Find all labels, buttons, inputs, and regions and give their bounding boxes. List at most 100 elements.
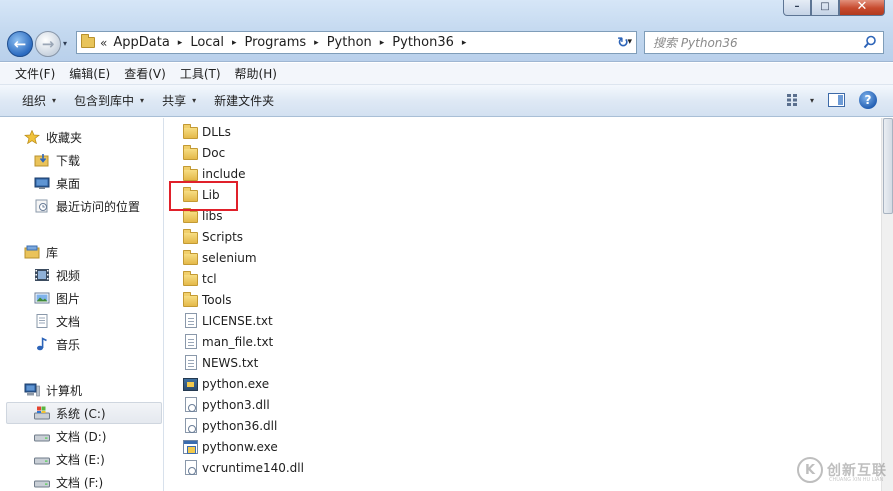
recent-pages-dropdown-icon[interactable]: ▾ <box>63 39 67 48</box>
close-button[interactable]: ✕ <box>839 0 885 16</box>
folder-icon-glyph <box>183 207 198 223</box>
new-folder-button[interactable]: 新建文件夹 <box>206 92 284 109</box>
file-name: DLLs <box>202 124 231 139</box>
refresh-icon: ↻ <box>617 34 629 51</box>
file-item-python3-dll[interactable]: python3.dll <box>183 394 270 415</box>
folder-icon-glyph <box>183 165 198 181</box>
change-view-button[interactable]: ▾ <box>786 93 814 107</box>
menu-file[interactable]: 文件(F) <box>8 65 62 82</box>
chevron-down-icon: ▾ <box>809 95 814 105</box>
file-item-doc[interactable]: Doc <box>183 142 225 163</box>
address-bar[interactable]: « AppData ▸ Local ▸ Programs ▸ Python ▸ … <box>76 31 637 54</box>
watermark-logo: K <box>797 457 823 483</box>
window-controls: – □ ✕ <box>783 0 885 16</box>
text-file-icon-glyph <box>185 354 197 370</box>
include-in-library-button[interactable]: 包含到库中 ▾ <box>66 92 154 109</box>
file-item-dlls[interactable]: DLLs <box>183 121 231 142</box>
file-item-license-txt[interactable]: LICENSE.txt <box>183 310 273 331</box>
file-name: vcruntime140.dll <box>202 460 304 475</box>
minimize-button[interactable]: – <box>783 0 811 16</box>
folder-icon <box>81 34 95 48</box>
command-bar: 组织 ▾ 包含到库中 ▾ 共享 ▾ 新建文件夹 ▾ ? <box>0 85 893 117</box>
breadcrumb-programs[interactable]: Programs <box>243 35 309 50</box>
sidebar-item-drive-c[interactable]: 系统 (C:) <box>6 402 162 424</box>
breadcrumb-separator-icon[interactable]: ▸ <box>456 38 473 48</box>
menu-help[interactable]: 帮助(H) <box>228 65 284 82</box>
refresh-button[interactable]: ↻ <box>612 33 634 52</box>
drive-icon <box>34 434 50 442</box>
file-item-man-file-txt[interactable]: man_file.txt <box>183 331 273 352</box>
breadcrumb-separator-icon[interactable]: ▸ <box>172 38 189 48</box>
downloads-folder-icon <box>34 154 49 167</box>
sidebar-item-videos[interactable]: 视频 <box>0 264 80 286</box>
search-box[interactable] <box>644 31 884 54</box>
maximize-icon: □ <box>820 1 830 12</box>
sidebar-item-label: 系统 (C:) <box>56 406 106 421</box>
drive-icon <box>34 457 50 465</box>
file-item-tcl[interactable]: tcl <box>183 268 217 289</box>
menu-tools[interactable]: 工具(T) <box>173 65 228 82</box>
dll-file-icon-glyph <box>185 417 197 433</box>
sidebar-item-drive-f[interactable]: 文档 (F:) <box>0 471 103 491</box>
search-input[interactable] <box>653 35 853 50</box>
preview-pane-icon[interactable] <box>828 93 845 107</box>
sidebar-item-desktop[interactable]: 桌面 <box>0 172 80 194</box>
sidebar-item-recent-places[interactable]: 最近访问的位置 <box>0 195 140 217</box>
menu-bar: 文件(F) 编辑(E) 查看(V) 工具(T) 帮助(H) <box>0 63 893 85</box>
sidebar-item-label: 文档 (F:) <box>56 475 104 490</box>
file-item-vcruntime140-dll[interactable]: vcruntime140.dll <box>183 457 304 478</box>
help-icon[interactable]: ? <box>859 91 877 109</box>
star-icon <box>24 130 40 144</box>
sidebar-item-drive-e[interactable]: 文档 (E:) <box>0 448 105 470</box>
vertical-scrollbar[interactable] <box>881 118 893 491</box>
breadcrumb-overflow[interactable]: « <box>99 36 111 50</box>
folder-icon <box>183 228 199 245</box>
breadcrumb-python36[interactable]: Python36 <box>390 35 456 50</box>
back-arrow-icon: ← <box>13 35 27 53</box>
file-name: NEWS.txt <box>202 355 259 370</box>
file-item-scripts[interactable]: Scripts <box>183 226 243 247</box>
share-label: 共享 <box>162 94 187 108</box>
folder-icon <box>183 270 199 287</box>
search-icon[interactable] <box>863 35 877 49</box>
file-item-python-exe[interactable]: python.exe <box>183 373 269 394</box>
back-button[interactable]: ← <box>7 31 33 57</box>
organize-button[interactable]: 组织 ▾ <box>14 92 66 109</box>
breadcrumb-separator-icon[interactable]: ▸ <box>226 38 243 48</box>
folder-icon <box>183 249 199 266</box>
sidebar-item-music[interactable]: 音乐 <box>0 333 80 355</box>
file-item-python36-dll[interactable]: python36.dll <box>183 415 277 436</box>
scrollbar-thumb[interactable] <box>883 118 893 214</box>
chevron-down-icon: ▾ <box>52 96 57 105</box>
file-item-tools[interactable]: Tools <box>183 289 232 310</box>
menu-edit[interactable]: 编辑(E) <box>62 65 117 82</box>
maximize-button[interactable]: □ <box>811 0 839 16</box>
breadcrumb-appdata[interactable]: AppData <box>111 35 171 50</box>
forward-button[interactable]: → <box>35 31 61 57</box>
sidebar-item-favorites[interactable]: 收藏夹 <box>0 126 82 148</box>
file-item-pythonw-exe[interactable]: pythonw.exe <box>183 436 278 457</box>
breadcrumb-python[interactable]: Python <box>325 35 374 50</box>
file-item-news-txt[interactable]: NEWS.txt <box>183 352 258 373</box>
sidebar-item-pictures[interactable]: 图片 <box>0 287 80 309</box>
minimize-icon: – <box>794 1 800 12</box>
dll-file-icon-glyph <box>185 396 197 412</box>
menu-view[interactable]: 查看(V) <box>117 65 173 82</box>
new-folder-label: 新建文件夹 <box>214 94 275 108</box>
file-name: include <box>202 166 246 181</box>
sidebar-item-label: 计算机 <box>46 383 83 398</box>
sidebar-item-documents[interactable]: 文档 <box>0 310 80 332</box>
text-file-icon <box>183 354 199 371</box>
breadcrumb-local[interactable]: Local <box>188 35 226 50</box>
sidebar-item-label: 视频 <box>56 268 81 283</box>
sidebar-item-downloads[interactable]: 下载 <box>0 149 80 171</box>
sidebar-item-computer[interactable]: 计算机 <box>0 379 82 401</box>
sidebar-item-libraries[interactable]: 库 <box>0 241 58 263</box>
sidebar-item-drive-d[interactable]: 文档 (D:) <box>0 425 106 447</box>
pictures-icon <box>34 292 50 304</box>
file-item-selenium[interactable]: selenium <box>183 247 257 268</box>
share-button[interactable]: 共享 ▾ <box>154 92 206 109</box>
breadcrumb-separator-icon[interactable]: ▸ <box>308 38 325 48</box>
sidebar-item-label: 文档 (E:) <box>56 452 105 467</box>
breadcrumb-separator-icon[interactable]: ▸ <box>374 38 391 48</box>
